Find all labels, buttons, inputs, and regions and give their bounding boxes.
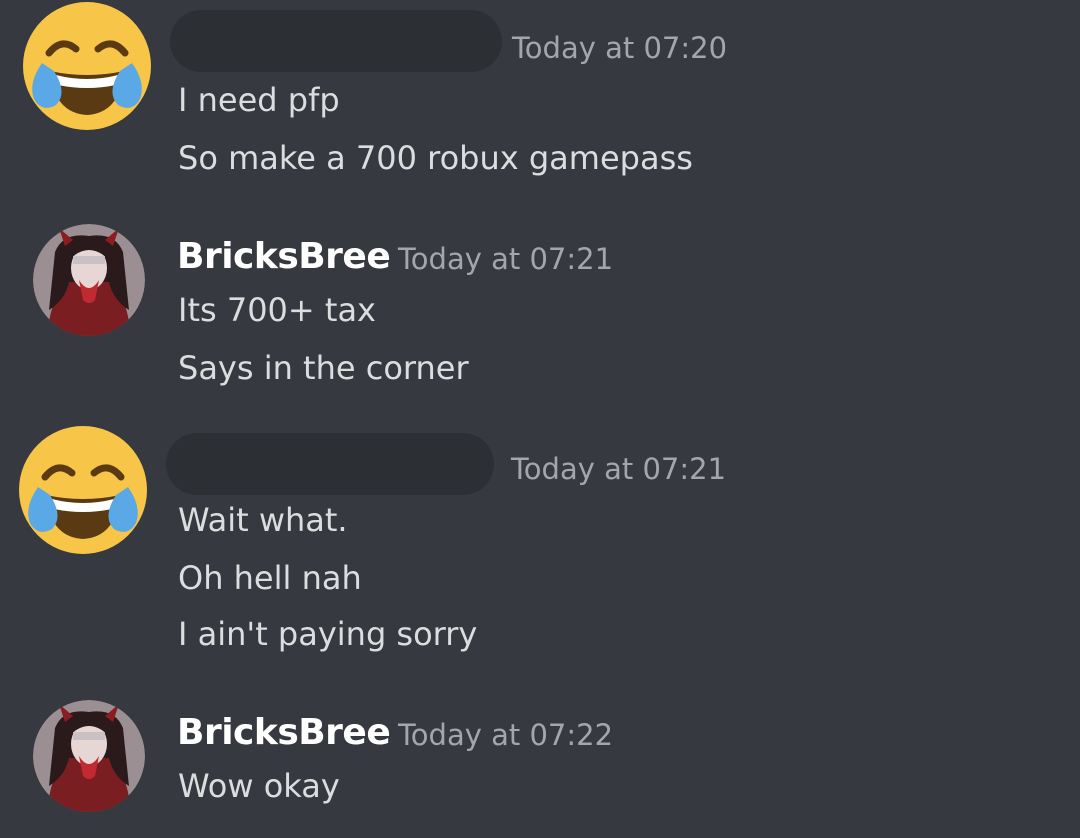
redacted-username (166, 433, 494, 495)
message-line: Wait what. (178, 501, 348, 539)
message-line: Its 700+ tax (178, 291, 376, 329)
message-timestamp: Today at 07:21 (511, 452, 727, 486)
avatar[interactable] (33, 224, 145, 336)
message-timestamp: Today at 07:21 (398, 242, 614, 276)
face-with-tears-of-joy-icon (19, 426, 147, 554)
message-timestamp: Today at 07:20 (512, 31, 728, 65)
anime-demon-girl-avatar-icon (33, 224, 145, 336)
message-line: I need pfp (178, 81, 340, 119)
avatar[interactable] (18, 425, 148, 555)
avatar[interactable] (33, 700, 145, 812)
avatar[interactable] (22, 1, 152, 131)
message-author[interactable]: BricksBree (177, 712, 391, 753)
face-with-tears-of-joy-icon (23, 2, 151, 130)
message-author[interactable]: BricksBree (177, 236, 391, 277)
message-line: Wow okay (178, 767, 340, 805)
message-timestamp: Today at 07:22 (398, 718, 614, 752)
message-line: I ain't paying sorry (178, 615, 478, 653)
anime-demon-girl-avatar-icon (33, 700, 145, 812)
message-line: Oh hell nah (178, 559, 362, 597)
message-line: So make a 700 robux gamepass (178, 139, 693, 177)
message-line: Says in the corner (178, 349, 469, 387)
redacted-username (170, 10, 502, 72)
chat-messages: Today at 07:20 I need pfp So make a 700 … (0, 0, 1080, 838)
